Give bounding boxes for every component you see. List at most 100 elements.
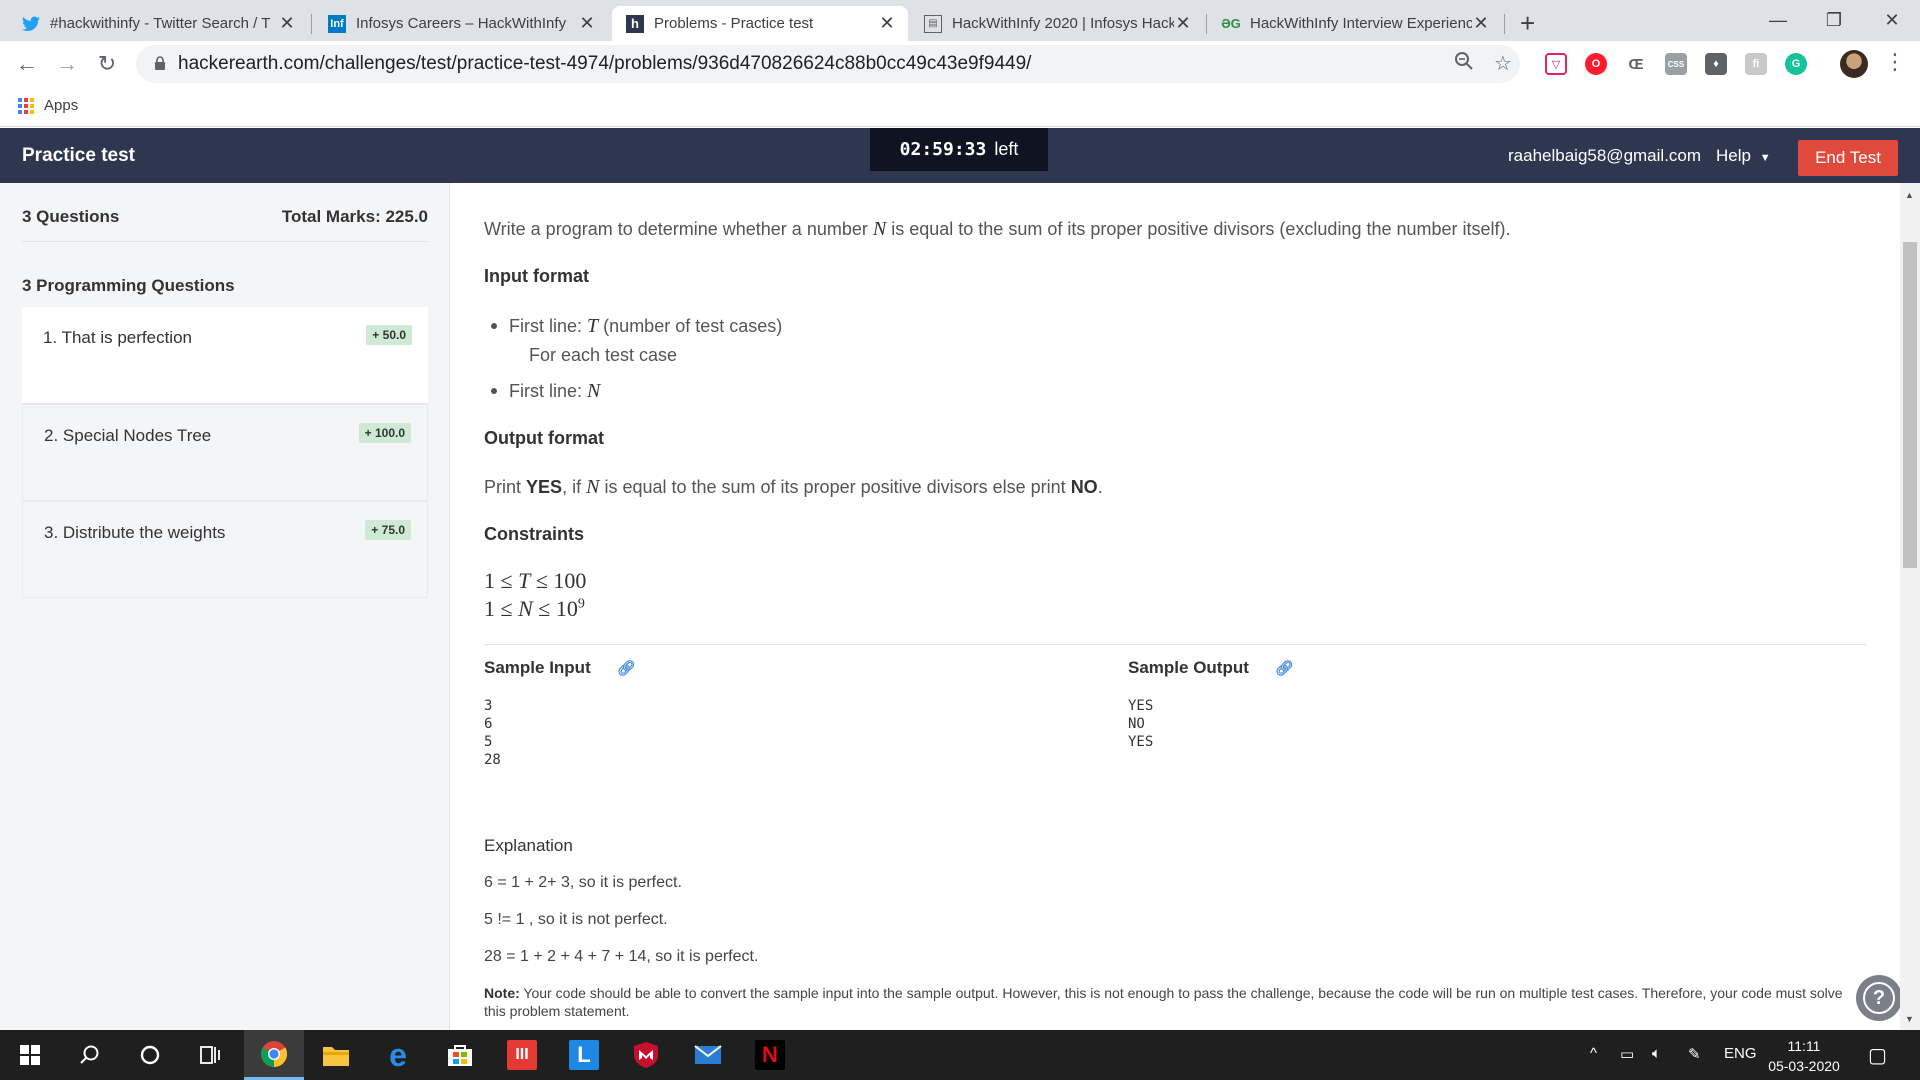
scroll-up-arrow-icon[interactable]: ▲ bbox=[1905, 190, 1914, 200]
problem-statement: Write a program to determine whether a n… bbox=[484, 218, 1511, 241]
infosys-icon: Inf bbox=[328, 14, 346, 33]
browser-tab-problems[interactable]: h Problems - Practice test ✕ bbox=[612, 6, 908, 41]
store-icon[interactable] bbox=[430, 1030, 490, 1080]
grey-extension-icon[interactable]: fi bbox=[1745, 53, 1767, 75]
explanation-line: 6 = 1 + 2+ 3, so it is perfect. bbox=[484, 874, 682, 891]
location-extension-icon[interactable]: ♦ bbox=[1705, 53, 1727, 75]
minimize-icon[interactable]: — bbox=[1750, 0, 1806, 41]
cortana-icon[interactable] bbox=[120, 1030, 180, 1080]
address-bar[interactable]: hackerearth.com/challenges/test/practice… bbox=[136, 45, 1520, 83]
question-item-1[interactable]: 1. That is perfection + 50.0 bbox=[22, 307, 428, 404]
input-text: (number of test cases) bbox=[603, 316, 783, 336]
note-label: Note: bbox=[484, 985, 520, 1001]
math-variable: N bbox=[518, 596, 533, 621]
search-icon[interactable] bbox=[60, 1030, 120, 1080]
close-tab-icon[interactable]: ✕ bbox=[1174, 13, 1192, 34]
css-extension-icon[interactable]: CSS bbox=[1665, 53, 1687, 75]
reload-icon[interactable]: ↻ bbox=[92, 49, 122, 79]
sample-output: YES NO YES bbox=[1128, 698, 1154, 750]
show-hidden-icons-icon[interactable]: ^ bbox=[1590, 1045, 1597, 1062]
chrome-taskbar-icon[interactable] bbox=[244, 1030, 304, 1080]
total-marks: Total Marks: 225.0 bbox=[281, 207, 428, 226]
statement-text: Write a program to determine whether a n… bbox=[484, 219, 868, 239]
link-icon[interactable]: 🔗︎ bbox=[1275, 659, 1294, 677]
sample-output-label: Sample Output bbox=[1128, 658, 1249, 677]
tab-separator bbox=[311, 14, 312, 34]
clock-time: 11:11 bbox=[1787, 1038, 1821, 1054]
end-test-button[interactable]: End Test bbox=[1798, 140, 1898, 176]
input-text: First line: bbox=[509, 316, 583, 336]
netflix-icon[interactable]: N bbox=[740, 1030, 800, 1080]
system-clock[interactable]: 11:11 05-03-2020 bbox=[1762, 1036, 1846, 1076]
constraint-t: 1 ≤ T ≤ 100 bbox=[484, 568, 586, 594]
mail-icon[interactable] bbox=[678, 1030, 738, 1080]
help-question-button[interactable]: ? bbox=[1856, 975, 1902, 1021]
new-tab-plus-icon[interactable]: + bbox=[1520, 6, 1535, 41]
question-item-2[interactable]: 2. Special Nodes Tree + 100.0 bbox=[22, 404, 428, 501]
twitter-icon bbox=[22, 15, 40, 33]
user-email: raahelbaig58@gmail.com bbox=[1508, 146, 1702, 165]
lock-icon bbox=[154, 55, 166, 73]
mcafee-icon[interactable] bbox=[616, 1030, 676, 1080]
question-item-3[interactable]: 3. Distribute the weights + 75.0 bbox=[22, 501, 428, 598]
math-number: 100 bbox=[553, 568, 587, 593]
tab-separator bbox=[1206, 14, 1207, 34]
explanation-line: 28 = 1 + 2 + 4 + 7 + 14, so it is perfec… bbox=[484, 948, 759, 965]
more-menu-icon[interactable]: ⋮ bbox=[1884, 49, 1906, 75]
statement-text: is equal to the sum of its proper positi… bbox=[891, 219, 1511, 239]
app-red-icon[interactable]: III bbox=[492, 1030, 552, 1080]
ce-extension-icon[interactable]: Œ bbox=[1625, 53, 1647, 75]
timer-value: 02:59:33 bbox=[899, 139, 987, 160]
section-title: 3 Programming Questions bbox=[22, 276, 235, 295]
scrollbar-thumb[interactable] bbox=[1903, 242, 1917, 568]
url-text: hackerearth.com/challenges/test/practice… bbox=[178, 53, 1032, 74]
opera-extension-icon[interactable]: O bbox=[1585, 53, 1607, 75]
close-tab-icon[interactable]: ✕ bbox=[1472, 13, 1490, 34]
restore-icon[interactable]: ❐ bbox=[1806, 0, 1862, 41]
bookmark-star-icon[interactable]: ☆ bbox=[1494, 51, 1512, 76]
edge-icon[interactable]: e bbox=[368, 1030, 428, 1080]
notifications-icon[interactable]: ▢ bbox=[1868, 1043, 1887, 1068]
tab-title: #hackwithinfy - Twitter Search / T bbox=[50, 15, 271, 32]
close-tab-icon[interactable]: ✕ bbox=[578, 13, 596, 34]
output-keyword: YES bbox=[526, 477, 563, 497]
pocket-extension-icon[interactable]: ▽ bbox=[1545, 53, 1567, 75]
forward-arrow-icon[interactable]: → bbox=[52, 49, 82, 79]
close-tab-icon[interactable]: ✕ bbox=[878, 13, 896, 34]
apps-bookmark[interactable]: Apps bbox=[18, 97, 78, 114]
windows-start-icon[interactable] bbox=[0, 1030, 60, 1080]
browser-tab-infosys[interactable]: Inf Infosys Careers – HackWithInfy ✕ bbox=[314, 6, 608, 41]
apps-grid-icon bbox=[18, 97, 34, 114]
task-view-icon[interactable] bbox=[180, 1030, 240, 1080]
file-explorer-icon[interactable] bbox=[306, 1030, 366, 1080]
app-l-icon[interactable]: L bbox=[554, 1030, 614, 1080]
close-tab-icon[interactable]: ✕ bbox=[278, 13, 296, 34]
explanation-line: 5 != 1 , so it is not perfect. bbox=[484, 911, 668, 928]
scroll-down-arrow-icon[interactable]: ▼ bbox=[1905, 1014, 1914, 1024]
output-text: is equal to the sum of its proper positi… bbox=[604, 477, 1066, 497]
input-format-heading: Input format bbox=[484, 266, 589, 286]
geeksforgeeks-icon: ƏG bbox=[1221, 16, 1241, 31]
volume-icon[interactable]: 🔈︎ bbox=[1652, 1045, 1661, 1062]
zoom-icon[interactable] bbox=[1454, 51, 1474, 77]
browser-tab-geeksforgeeks[interactable]: ƏG HackWithInfy Interview Experienc ✕ bbox=[1208, 6, 1502, 41]
math-symbol: ≤ bbox=[500, 596, 513, 621]
back-arrow-icon[interactable]: ← bbox=[12, 49, 42, 79]
battery-icon[interactable]: ▭ bbox=[1620, 1045, 1634, 1063]
grammarly-extension-icon[interactable]: G bbox=[1785, 53, 1807, 75]
question-label: 1. That is perfection bbox=[43, 328, 192, 347]
help-label: Help bbox=[1716, 146, 1751, 165]
math-variable: T bbox=[518, 568, 531, 593]
browser-tab-hackwithinfy[interactable]: ▤ HackWithInfy 2020 | Infosys Hack ✕ bbox=[910, 6, 1204, 41]
math-number: 1 bbox=[484, 568, 495, 593]
explanation-heading: Explanation bbox=[484, 836, 573, 855]
pen-icon[interactable]: ✎ bbox=[1688, 1045, 1701, 1063]
close-window-icon[interactable]: ✕ bbox=[1864, 0, 1920, 41]
link-icon[interactable]: 🔗︎ bbox=[617, 659, 636, 677]
browser-tab-twitter[interactable]: #hackwithinfy - Twitter Search / T ✕ bbox=[8, 6, 308, 41]
profile-avatar[interactable] bbox=[1840, 50, 1868, 78]
language-indicator[interactable]: ENG bbox=[1724, 1045, 1757, 1062]
marks-badge: + 100.0 bbox=[358, 423, 411, 443]
sample-input-header: Sample Input 🔗︎ bbox=[484, 658, 636, 678]
help-dropdown[interactable]: Help ▼ bbox=[1716, 146, 1771, 166]
